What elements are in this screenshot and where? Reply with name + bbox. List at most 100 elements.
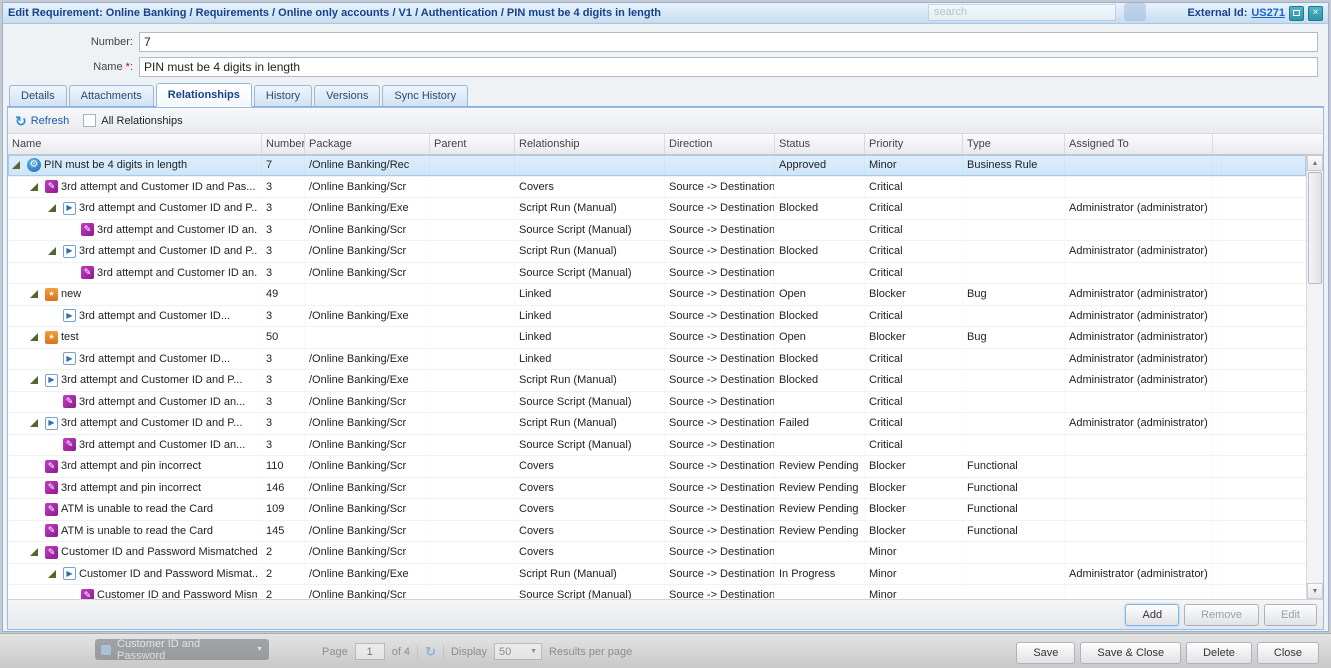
tab-details[interactable]: Details	[9, 85, 67, 106]
cell-filler	[1213, 155, 1222, 176]
all-relationships-checkbox[interactable]	[83, 114, 96, 127]
row-name: 3rd attempt and Customer ID an...	[97, 224, 257, 236]
save-close-button[interactable]: Save & Close	[1080, 642, 1181, 664]
cell-parent	[430, 241, 515, 262]
cell-status: Blocked	[775, 306, 865, 327]
table-row[interactable]: ✎3rd attempt and pin incorrect146/Online…	[8, 478, 1306, 500]
cell-assigned	[1065, 478, 1213, 499]
cell-relationship: Covers	[515, 478, 665, 499]
tab-relationships[interactable]: Relationships	[156, 83, 252, 107]
restore-icon[interactable]	[1289, 6, 1304, 21]
cell-assigned: Administrator (administrator)	[1065, 349, 1213, 370]
table-row[interactable]: ✎3rd attempt and Customer ID an...3/Onli…	[8, 435, 1306, 457]
cell-priority: Critical	[865, 177, 963, 198]
cell-package	[305, 327, 430, 348]
tree-expander-icon[interactable]	[30, 548, 38, 556]
table-row[interactable]: ✎Customer ID and Password Mism...2/Onlin…	[8, 585, 1306, 599]
cell-relationship: Covers	[515, 521, 665, 542]
tree-expander-icon[interactable]	[12, 161, 20, 169]
column-header-priority[interactable]: Priority	[865, 134, 963, 154]
name-label: Name *:	[3, 57, 133, 77]
cell-parent	[430, 585, 515, 599]
column-header-number[interactable]: Number	[262, 134, 305, 154]
tree-expander-icon[interactable]	[48, 247, 56, 255]
delete-button[interactable]: Delete	[1186, 642, 1252, 664]
tab-history[interactable]: History	[254, 85, 312, 106]
cell-assigned	[1065, 435, 1213, 456]
cell-filler	[1213, 284, 1222, 305]
remove-button[interactable]: Remove	[1184, 604, 1259, 626]
column-header-parent[interactable]: Parent	[430, 134, 515, 154]
column-header-package[interactable]: Package	[305, 134, 430, 154]
scrollbar-thumb[interactable]	[1308, 172, 1322, 284]
cell-type: Functional	[963, 499, 1065, 520]
column-header-type[interactable]: Type	[963, 134, 1065, 154]
column-header-name[interactable]: Name	[8, 134, 262, 154]
table-row[interactable]: *test50LinkedSource -> DestinationOpenBl…	[8, 327, 1306, 349]
cell-relationship: Source Script (Manual)	[515, 392, 665, 413]
table-row[interactable]: ▶3rd attempt and Customer ID and P...3/O…	[8, 198, 1306, 220]
cell-filler	[1213, 306, 1222, 327]
tree-expander-icon[interactable]	[30, 183, 38, 191]
vertical-scrollbar[interactable]: ▲ ▼	[1306, 155, 1323, 599]
edit-button[interactable]: Edit	[1264, 604, 1317, 626]
tab-sync-history[interactable]: Sync History	[382, 85, 468, 106]
cell-relationship: Source Script (Manual)	[515, 585, 665, 599]
cell-assigned	[1065, 499, 1213, 520]
tree-expander-icon[interactable]	[30, 333, 38, 341]
add-button[interactable]: Add	[1125, 604, 1179, 626]
tree-expander-icon[interactable]	[30, 376, 38, 384]
table-row[interactable]: ✎3rd attempt and Customer ID an...3/Onli…	[8, 263, 1306, 285]
column-header-status[interactable]: Status	[775, 134, 865, 154]
table-row[interactable]: ⚙PIN must be 4 digits in length7/Online …	[8, 155, 1306, 177]
table-row[interactable]: ▶3rd attempt and Customer ID...3/Online …	[8, 306, 1306, 328]
table-row[interactable]: ▶3rd attempt and Customer ID and P...3/O…	[8, 413, 1306, 435]
save-button[interactable]: Save	[1016, 642, 1075, 664]
table-row[interactable]: *new49LinkedSource -> DestinationOpenBlo…	[8, 284, 1306, 306]
row-name: 3rd attempt and Customer ID and P...	[61, 417, 242, 429]
column-header-relationship[interactable]: Relationship	[515, 134, 665, 154]
page-label: Page	[322, 646, 348, 658]
table-row[interactable]: ✎3rd attempt and Customer ID an...3/Onli…	[8, 220, 1306, 242]
table-row[interactable]: ▶Customer ID and Password Mismat...2/Onl…	[8, 564, 1306, 586]
cell-name: ✎3rd attempt and Customer ID an...	[8, 392, 262, 413]
tab-versions[interactable]: Versions	[314, 85, 380, 106]
cell-assigned	[1065, 155, 1213, 176]
script-icon: ✎	[81, 266, 94, 279]
cell-package: /Online Banking/Scr	[305, 456, 430, 477]
tree-expander-icon[interactable]	[48, 204, 56, 212]
cell-priority: Minor	[865, 155, 963, 176]
column-header-assigned-to[interactable]: Assigned To	[1065, 134, 1213, 154]
refresh-button[interactable]: ↻ Refresh	[15, 114, 69, 128]
table-row[interactable]: ▶3rd attempt and Customer ID and P...3/O…	[8, 370, 1306, 392]
table-row[interactable]: ✎3rd attempt and Customer ID and Pas...3…	[8, 177, 1306, 199]
close-button[interactable]: Close	[1257, 642, 1319, 664]
cell-parent	[430, 327, 515, 348]
tab-attachments[interactable]: Attachments	[69, 85, 154, 106]
column-header-direction[interactable]: Direction	[665, 134, 775, 154]
cell-name: ✎3rd attempt and Customer ID an...	[8, 263, 262, 284]
tree-expander-icon[interactable]	[30, 419, 38, 427]
number-field[interactable]	[139, 32, 1318, 52]
table-row[interactable]: ▶3rd attempt and Customer ID and P...3/O…	[8, 241, 1306, 263]
table-row[interactable]: ▶3rd attempt and Customer ID...3/Online …	[8, 349, 1306, 371]
table-row[interactable]: ✎ATM is unable to read the Card145/Onlin…	[8, 521, 1306, 543]
table-row[interactable]: ✎Customer ID and Password Mismatched2/On…	[8, 542, 1306, 564]
cell-type: Functional	[963, 521, 1065, 542]
table-row[interactable]: ✎3rd attempt and pin incorrect110/Online…	[8, 456, 1306, 478]
cell-name: ▶3rd attempt and Customer ID and P...	[8, 413, 262, 434]
scroll-up-icon[interactable]: ▲	[1307, 155, 1323, 171]
cell-priority: Critical	[865, 306, 963, 327]
close-icon[interactable]: ×	[1308, 6, 1323, 21]
row-name: Customer ID and Password Mismatched	[61, 546, 257, 558]
cell-package: /Online Banking/Exe	[305, 370, 430, 391]
name-field[interactable]	[139, 57, 1318, 77]
tree-expander-icon[interactable]	[30, 290, 38, 298]
tree-expander-icon[interactable]	[48, 570, 56, 578]
cell-priority: Blocker	[865, 456, 963, 477]
table-row[interactable]: ✎ATM is unable to read the Card109/Onlin…	[8, 499, 1306, 521]
external-id-link[interactable]: US271	[1251, 7, 1285, 19]
scroll-down-icon[interactable]: ▼	[1307, 583, 1323, 599]
table-row[interactable]: ✎3rd attempt and Customer ID an...3/Onli…	[8, 392, 1306, 414]
cell-name: ✎Customer ID and Password Mismatched	[8, 542, 262, 563]
